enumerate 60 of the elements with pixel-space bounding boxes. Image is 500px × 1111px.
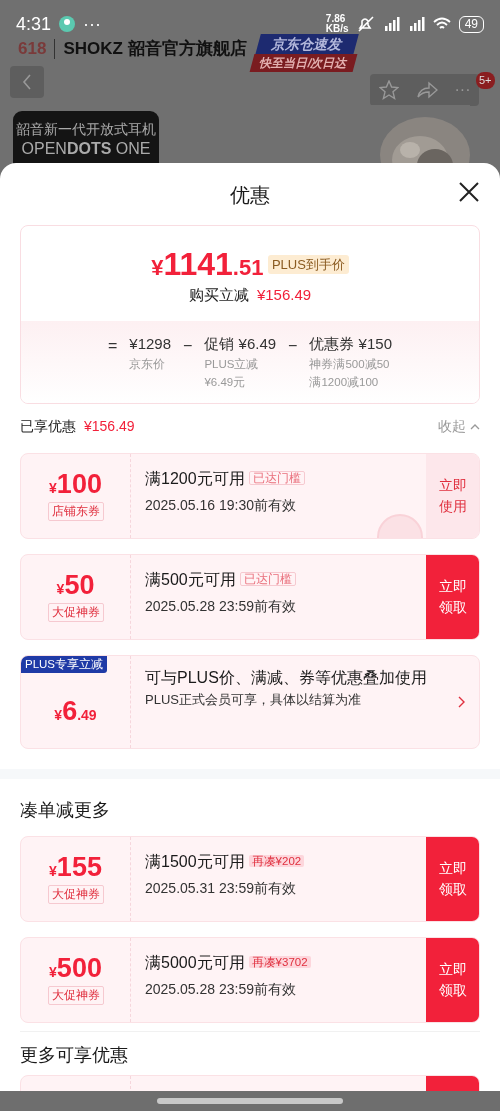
saving-amount: ¥156.49 [256, 286, 312, 303]
operator-sign: = [108, 335, 118, 356]
battery-level: 49 [458, 15, 484, 33]
more-button[interactable]: ··· [454, 78, 471, 102]
discount-label: 已享优惠 [20, 418, 76, 434]
coupon-condition: 满500元可用 [145, 571, 236, 588]
saving-label: 购买立减 [188, 286, 249, 303]
cart-badge: 5+ [476, 72, 495, 89]
coupon-note: PLUS正式会员可享，具体以结算为准 [145, 691, 362, 709]
status-time: 4:31 [16, 12, 52, 36]
price-note: 神券满500减50 [309, 357, 391, 372]
final-price: ¥1141.51 [151, 245, 264, 284]
operator-sign: − [183, 335, 193, 356]
banner: 京东仓速发 [255, 34, 359, 55]
threshold-tag: 再凑¥3702 [248, 956, 311, 968]
coupon-condition: 满1500元可用 [145, 853, 245, 870]
coupon-amount: ¥50 [56, 571, 95, 599]
coupon-type: 店铺东券 [47, 501, 104, 522]
price-note: PLUS立减 [204, 357, 260, 372]
price-note: 满1200减100 [309, 375, 380, 390]
section-title: 凑单减更多 [19, 799, 111, 822]
operator-sign: − [288, 335, 298, 356]
threshold-tag: 再凑¥202 [248, 855, 305, 867]
coupon-condition: 满5000元可用 [145, 954, 245, 971]
coupon-condition: 满1200元可用 [145, 470, 245, 487]
claim-button[interactable]: 立即领取 [426, 938, 479, 1022]
coupon-validity: 2025.05.31 23:59前有效 [145, 879, 297, 898]
coupon-amount: ¥100 [49, 470, 102, 498]
network-speed: 7.86 KB/s [325, 14, 349, 34]
claim-button[interactable]: 立即领取 [426, 837, 479, 921]
threshold-tag: 已达门槛 [239, 572, 296, 586]
coupon-amount: ¥155 [49, 853, 102, 881]
use-button[interactable]: 立即使用 [426, 454, 479, 538]
coupon-amount: ¥6.49 [54, 697, 97, 725]
plus-badge: PLUS专享立减 [21, 656, 108, 674]
coupon-description: 可与PLUS价、满减、券等优惠叠加使用 [145, 668, 428, 688]
price-tag: PLUS到手价 [267, 255, 349, 274]
price-part: 优惠券 ¥150 [309, 333, 392, 354]
status-dots: ··· [83, 12, 102, 36]
coupon-amount: ¥500 [49, 954, 102, 982]
coupon-validity: 2025.05.16 19:30前有效 [145, 496, 297, 515]
price-part: 促销 ¥6.49 [204, 333, 277, 354]
price-part: ¥1298 [129, 333, 172, 354]
banner: 快至当日/次日达 [249, 54, 358, 72]
section-title: 更多可享优惠 [19, 1044, 129, 1067]
coupon-type: 大促神券 [47, 602, 104, 623]
coupon-validity: 2025.05.28 23:59前有效 [145, 980, 297, 999]
store-name: SHOKZ 韶音官方旗舰店 [63, 38, 247, 60]
promo-model: OPENDOTS ONE [20, 139, 152, 159]
promo-title: 韶音新一代开放式耳机 [15, 120, 157, 139]
discount-amount: ¥156.49 [84, 418, 135, 434]
coupon-type: 大促神券 [47, 884, 104, 905]
claim-button[interactable]: 立即领取 [426, 555, 479, 639]
coupon-validity: 2025.05.28 23:59前有效 [145, 597, 297, 616]
threshold-tag: 已达门槛 [248, 471, 305, 485]
coupon-type: 大促神券 [47, 985, 104, 1006]
collapse-toggle[interactable]: 收起 [438, 416, 480, 437]
sheet-title: 优惠 [229, 183, 271, 208]
price-note: 京东价 [129, 357, 167, 372]
price-note: ¥6.49元 [204, 375, 247, 390]
